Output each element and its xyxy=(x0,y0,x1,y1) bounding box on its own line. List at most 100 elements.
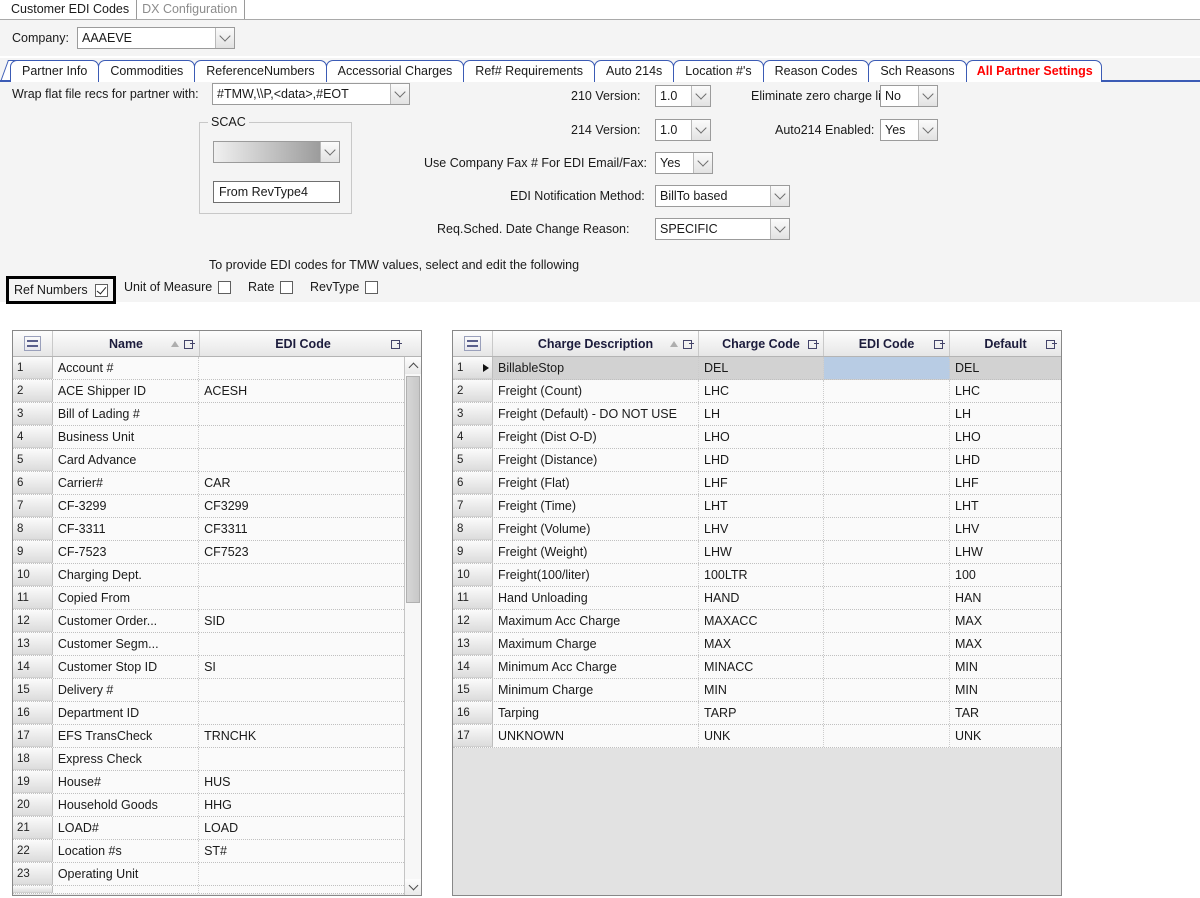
row-number[interactable]: 7 xyxy=(453,495,493,517)
row-number[interactable]: 14 xyxy=(453,656,493,678)
cell-charge-description[interactable]: Maximum Charge xyxy=(493,633,699,655)
row-number[interactable]: 7 xyxy=(13,495,53,517)
cell-name[interactable]: EFS TransCheck xyxy=(53,725,200,747)
row-number[interactable]: 10 xyxy=(13,564,53,586)
cell-name[interactable]: House# xyxy=(53,771,200,793)
table-row[interactable]: 4 Freight (Dist O-D) LHO LHO xyxy=(453,426,1061,449)
cell-edi-code[interactable] xyxy=(199,886,404,893)
cell-edi-code[interactable] xyxy=(824,403,950,425)
checkbox-ref-numbers-box[interactable] xyxy=(94,283,108,297)
cell-edi-code[interactable] xyxy=(824,357,950,379)
row-number[interactable]: 5 xyxy=(13,449,53,471)
cell-edi-code[interactable] xyxy=(824,541,950,563)
cell-default[interactable]: LHC xyxy=(950,380,1061,402)
table-row[interactable]: 9 CF-7523 CF7523 xyxy=(13,541,404,564)
charge-codes-grid[interactable]: Charge Description Charge Code EDI Code … xyxy=(452,330,1062,896)
cell-edi-code[interactable]: LOAD xyxy=(199,817,404,839)
cell-default[interactable]: LHV xyxy=(950,518,1061,540)
row-number[interactable]: 2 xyxy=(13,380,53,402)
cell-edi-code[interactable] xyxy=(824,725,950,747)
cell-charge-description[interactable]: Freight (Distance) xyxy=(493,449,699,471)
row-number[interactable]: 1 xyxy=(13,357,53,379)
cell-name[interactable]: Charging Dept. xyxy=(53,564,200,586)
company-select[interactable]: AAAEVE xyxy=(76,27,235,49)
checkbox-rate-box[interactable] xyxy=(280,280,294,294)
cell-charge-description[interactable]: Freight (Flat) xyxy=(493,472,699,494)
row-number[interactable]: 16 xyxy=(13,702,53,724)
cell-edi-code[interactable] xyxy=(824,518,950,540)
tab-reason-codes[interactable]: Reason Codes xyxy=(762,60,870,82)
cell-charge-description[interactable]: Freight (Default) - DO NOT USE xyxy=(493,403,699,425)
cell-name[interactable]: ACE Shipper ID xyxy=(53,380,200,402)
cell-charge-description[interactable]: BillableStop xyxy=(493,357,699,379)
cell-name[interactable]: Location #s xyxy=(53,840,200,862)
cell-default[interactable]: LHO xyxy=(950,426,1061,448)
cell-default[interactable]: LHD xyxy=(950,449,1061,471)
table-row[interactable]: 13 Maximum Charge MAX MAX xyxy=(453,633,1061,656)
table-row[interactable]: 8 CF-3311 CF3311 xyxy=(13,518,404,541)
row-number[interactable]: 8 xyxy=(13,518,53,540)
cell-charge-description[interactable]: Minimum Acc Charge xyxy=(493,656,699,678)
table-row[interactable]: 4 Business Unit xyxy=(13,426,404,449)
table-row[interactable]: 23 Operating Unit xyxy=(13,863,404,886)
scrollbar-track[interactable] xyxy=(405,374,421,879)
chevron-down-icon[interactable] xyxy=(918,120,937,140)
row-number[interactable]: 2 xyxy=(453,380,493,402)
table-row[interactable]: 3 Freight (Default) - DO NOT USE LH LH xyxy=(453,403,1061,426)
cell-name[interactable]: Customer Order... xyxy=(53,610,200,632)
cell-name[interactable]: Copied From xyxy=(53,587,200,609)
cell-name[interactable]: Household Goods xyxy=(53,794,200,816)
cell-charge-code[interactable]: LH xyxy=(699,403,824,425)
cell-edi-code[interactable] xyxy=(199,449,404,471)
cell-name[interactable]: CF-3299 xyxy=(53,495,200,517)
row-number[interactable]: 14 xyxy=(13,656,53,678)
cell-edi-code[interactable] xyxy=(199,863,404,885)
eliminate-zero-charge-select[interactable]: No xyxy=(880,85,938,107)
chevron-down-icon[interactable] xyxy=(691,120,710,140)
cell-charge-code[interactable]: LHD xyxy=(699,449,824,471)
table-row[interactable]: 20 Household Goods HHG xyxy=(13,794,404,817)
table-row[interactable]: 2 Freight (Count) LHC LHC xyxy=(453,380,1061,403)
cell-default[interactable]: HAN xyxy=(950,587,1061,609)
table-row[interactable]: 2 ACE Shipper ID ACESH xyxy=(13,380,404,403)
cell-charge-code[interactable]: TARP xyxy=(699,702,824,724)
row-number[interactable]: 16 xyxy=(453,702,493,724)
cell-default[interactable]: LHT xyxy=(950,495,1061,517)
cell-default[interactable]: TAR xyxy=(950,702,1061,724)
req-sched-date-change-select[interactable]: SPECIFIC xyxy=(655,218,790,240)
cell-name[interactable]: Business Unit xyxy=(53,426,200,448)
cell-default[interactable]: UNK xyxy=(950,725,1061,747)
cell-edi-code[interactable] xyxy=(824,449,950,471)
column-header-charge-description[interactable]: Charge Description xyxy=(493,331,699,356)
cell-edi-code[interactable] xyxy=(199,357,404,379)
row-number[interactable]: 6 xyxy=(453,472,493,494)
cell-edi-code[interactable]: CAR xyxy=(199,472,404,494)
checkbox-revtype[interactable]: RevType xyxy=(310,280,379,294)
cell-edi-code[interactable] xyxy=(824,564,950,586)
table-row[interactable]: 5 Card Advance xyxy=(13,449,404,472)
row-number[interactable]: 17 xyxy=(13,725,53,747)
cell-charge-description[interactable]: Freight (Time) xyxy=(493,495,699,517)
tab-auto-214s[interactable]: Auto 214s xyxy=(594,60,675,82)
column-header-edi-code[interactable]: EDI Code xyxy=(824,331,950,356)
cell-edi-code[interactable] xyxy=(824,472,950,494)
row-number[interactable]: 10 xyxy=(453,564,493,586)
tab-commodities[interactable]: Commodities xyxy=(98,60,196,82)
cell-edi-code[interactable] xyxy=(199,702,404,724)
cell-edi-code[interactable] xyxy=(824,380,950,402)
cell-edi-code[interactable] xyxy=(199,633,404,655)
cell-edi-code[interactable] xyxy=(824,702,950,724)
cell-default[interactable]: LH xyxy=(950,403,1061,425)
table-row[interactable]: 15 Delivery # xyxy=(13,679,404,702)
row-number[interactable]: 3 xyxy=(453,403,493,425)
table-row[interactable]: 11 Hand Unloading HAND HAN xyxy=(453,587,1061,610)
cell-name[interactable]: Department ID xyxy=(53,702,200,724)
cell-default[interactable]: LHF xyxy=(950,472,1061,494)
cell-name[interactable]: Account # xyxy=(53,357,200,379)
cell-edi-code[interactable]: TRNCHK xyxy=(199,725,404,747)
cell-edi-code[interactable] xyxy=(824,426,950,448)
row-number[interactable]: 9 xyxy=(13,541,53,563)
tab-sch-reasons[interactable]: Sch Reasons xyxy=(868,60,967,82)
table-row[interactable]: 16 Department ID xyxy=(13,702,404,725)
cell-edi-code[interactable] xyxy=(824,633,950,655)
